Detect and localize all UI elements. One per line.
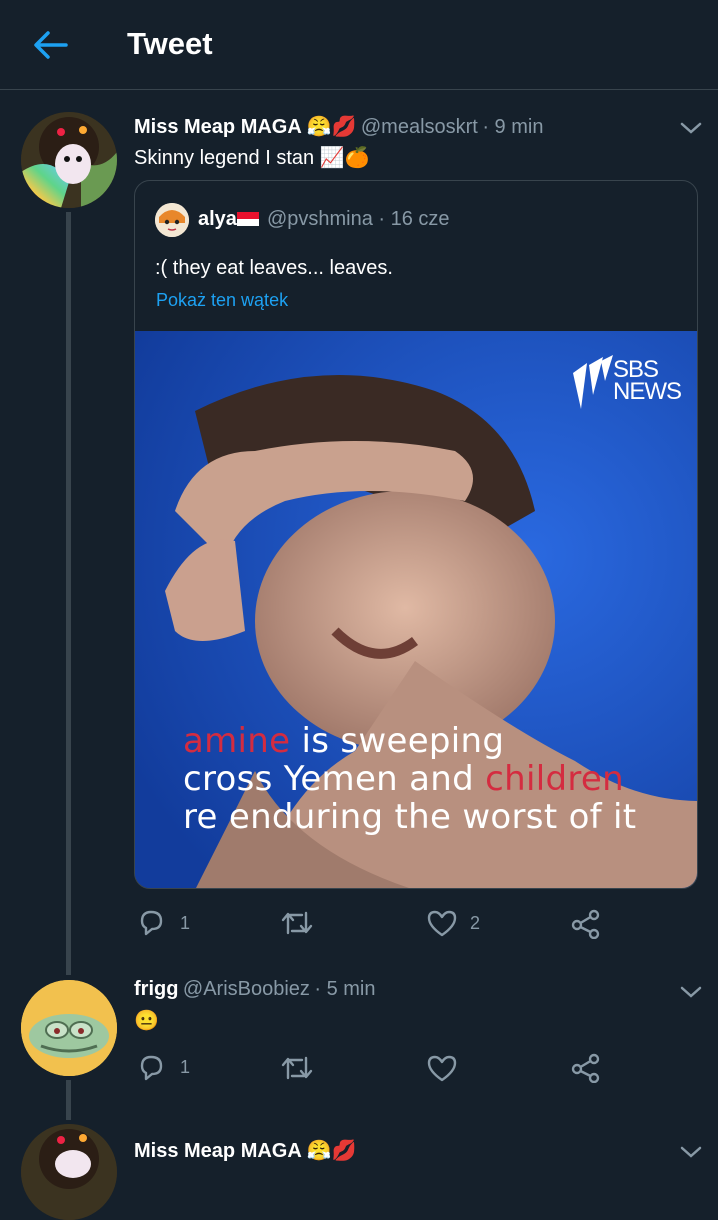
tweet-time: · 9 min	[482, 116, 544, 138]
thread-line	[66, 212, 71, 975]
quoted-header: alya @pvshmina · 16 cze	[198, 208, 450, 231]
video-caption-line: amine is sweeping	[183, 721, 505, 761]
video-caption-line: re enduring the worst of it	[183, 797, 637, 837]
avatar[interactable]	[21, 980, 117, 1076]
quoted-tweet-text: :( they eat leaves... leaves.	[155, 257, 393, 279]
show-thread-link[interactable]: Pokaż ten wątek	[156, 290, 288, 311]
avatar-image	[21, 1124, 117, 1220]
chevron-down-icon[interactable]	[679, 120, 703, 136]
chevron-down-icon[interactable]	[679, 984, 703, 1000]
reply-icon[interactable]	[136, 1052, 166, 1082]
author-name[interactable]: Miss Meap MAGA 😤💋	[134, 116, 356, 138]
logo-text-bottom: NEWS	[613, 378, 682, 405]
quoted-avatar	[155, 203, 189, 237]
retweet-icon[interactable]	[280, 1054, 314, 1082]
page-title: Tweet	[127, 26, 213, 61]
video-thumbnail[interactable]: SBS NEWS amine is sweeping cross Yemen a…	[135, 331, 697, 888]
quoted-author-name[interactable]: alya	[198, 208, 237, 230]
share-icon[interactable]	[570, 1053, 602, 1083]
reply-icon[interactable]	[136, 907, 166, 937]
author-name[interactable]: frigg	[134, 978, 178, 1000]
tweet-header: Miss Meap MAGA 😤💋	[134, 1138, 356, 1163]
tweet-time: · 5 min	[314, 978, 376, 1000]
avatar[interactable]	[21, 1124, 117, 1220]
top-bar: Tweet	[0, 0, 718, 90]
sbs-logo-icon	[573, 355, 613, 409]
tweet-text: Skinny legend I stan 📈🍊	[134, 147, 370, 169]
quoted-author-handle[interactable]: @pvshmina	[267, 208, 373, 230]
reply-count: 1	[180, 1057, 191, 1077]
thread-line	[66, 1080, 71, 1120]
share-icon[interactable]	[570, 909, 602, 939]
chevron-down-icon[interactable]	[679, 1144, 703, 1160]
reply-count: 1	[180, 913, 191, 933]
retweet-icon[interactable]	[280, 909, 314, 937]
quoted-tweet[interactable]: alya @pvshmina · 16 cze :( they eat leave…	[134, 180, 698, 889]
sbs-news-logo: SBS NEWS	[567, 351, 687, 411]
like-icon[interactable]	[426, 909, 458, 937]
like-count: 2	[470, 913, 481, 933]
avatar[interactable]	[21, 112, 117, 208]
video-caption-line: cross Yemen and children	[183, 759, 624, 799]
author-name[interactable]: Miss Meap MAGA 😤💋	[134, 1140, 356, 1162]
like-icon[interactable]	[426, 1054, 458, 1082]
tweet-header: Miss Meap MAGA 😤💋 @mealsoskrt · 9 min	[134, 114, 543, 139]
quoted-tweet-time: · 16 cze	[378, 208, 450, 230]
tweet-header: frigg @ArisBoobiez · 5 min	[134, 978, 376, 1001]
avatar-image	[21, 980, 117, 1076]
avatar-image	[21, 112, 117, 208]
back-arrow-icon[interactable]	[30, 27, 70, 63]
author-handle[interactable]: @mealsoskrt	[361, 116, 478, 138]
tweet-text: 😐	[134, 1010, 159, 1032]
author-handle[interactable]: @ArisBoobiez	[183, 978, 310, 1000]
flag-icon	[236, 212, 259, 226]
